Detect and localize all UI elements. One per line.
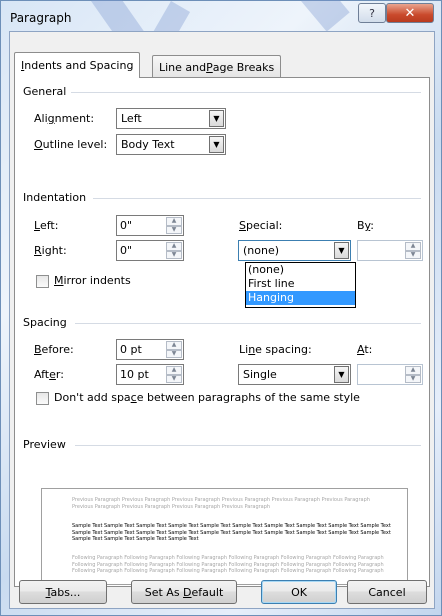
special-option-hanging[interactable]: Hanging — [246, 291, 355, 305]
tabs-button-label: Tabs... — [45, 585, 81, 599]
dialog-client-area: Indents and Spacing Line and Page Breaks… — [9, 31, 435, 609]
group-divider — [75, 323, 421, 324]
help-button[interactable]: ? — [358, 3, 386, 23]
outline-level-select[interactable]: Body Text ▼ — [116, 134, 226, 155]
ok-button-label: OK — [291, 585, 307, 599]
by-label: By: — [357, 219, 374, 232]
special-option-first-line[interactable]: First line — [246, 277, 355, 291]
special-option-none[interactable]: (none) — [246, 263, 355, 277]
chevron-down-icon[interactable]: ▼ — [209, 110, 224, 127]
cancel-button-label: Cancel — [368, 585, 406, 599]
at-label: At: — [357, 343, 373, 356]
title-bar[interactable]: Paragraph ? ✕ — [1, 1, 441, 31]
group-divider — [75, 445, 421, 446]
tab-label: ndents and Spacing — [24, 59, 134, 72]
tab-line-and-page-breaks[interactable]: Line and Page Breaks — [152, 55, 282, 79]
spin-arrows-icon[interactable]: ▲ ▼ — [166, 217, 182, 234]
preview-following-paragraph: Following Paragraph Following Paragraph … — [72, 555, 384, 574]
set-as-default-label: Set As Default — [144, 585, 224, 599]
dialog-title: Paragraph — [10, 11, 72, 25]
set-as-default-button[interactable]: Set As Default — [131, 580, 237, 604]
dont-add-space-label: Don't add space between paragraphs of th… — [54, 391, 360, 404]
right-indent-label: Right: — [34, 244, 67, 257]
special-dropdown-list[interactable]: (none) First line Hanging — [245, 262, 356, 308]
group-divider — [71, 92, 421, 93]
right-indent-spinner[interactable]: 0" ▲ ▼ — [116, 240, 184, 261]
spin-arrows-icon[interactable]: ▲ ▼ — [405, 366, 421, 383]
tabs-button[interactable]: Tabs... — [19, 580, 107, 604]
right-indent-value: 0" — [120, 244, 133, 257]
spin-arrows-icon[interactable]: ▲ ▼ — [166, 366, 182, 383]
before-spinner[interactable]: 0 pt ▲ ▼ — [116, 339, 184, 360]
line-spacing-select[interactable]: Single ▼ — [238, 364, 351, 385]
after-label: After: — [34, 368, 64, 381]
preview-sample-text: Sample Text Sample Text Sample Text Samp… — [72, 523, 391, 542]
spacing-group-label: Spacing — [23, 316, 67, 329]
left-indent-value: 0" — [120, 219, 133, 232]
special-select[interactable]: (none) ▼ — [238, 240, 351, 261]
close-x-icon: ✕ — [404, 5, 416, 21]
outline-level-label: Outline level: — [34, 138, 108, 151]
line-spacing-label: Line spacing: — [239, 343, 312, 356]
at-spinner[interactable]: ▲ ▼ — [357, 364, 423, 385]
alignment-select[interactable]: Left ▼ — [116, 108, 226, 129]
cancel-button[interactable]: Cancel — [347, 580, 427, 604]
general-group-label: General — [23, 85, 67, 98]
indentation-group-label: Indentation — [23, 191, 87, 204]
tab-label: Line and — [159, 61, 207, 74]
left-indent-label: Left: — [34, 219, 59, 232]
close-button[interactable]: ✕ — [386, 3, 434, 23]
after-spinner[interactable]: 10 pt ▲ ▼ — [116, 364, 184, 385]
dont-add-space-checkbox[interactable] — [36, 392, 49, 405]
before-label: Before: — [34, 343, 74, 356]
ok-button[interactable]: OK — [261, 580, 337, 604]
paragraph-dialog: Paragraph ? ✕ Indents and Spacing Line a… — [0, 0, 442, 616]
tab-label-accel: P — [206, 61, 213, 74]
tab-label: age Breaks — [212, 61, 275, 74]
outline-level-value: Body Text — [121, 138, 175, 151]
special-label: Special: — [239, 219, 283, 232]
tab-indents-and-spacing[interactable]: Indents and Spacing — [14, 52, 141, 78]
preview-box: Previous Paragraph Previous Paragraph Pr… — [41, 488, 408, 585]
question-mark-icon: ? — [369, 6, 375, 20]
spin-arrows-icon[interactable]: ▲ ▼ — [166, 242, 182, 259]
line-spacing-value: Single — [243, 368, 277, 381]
mirror-indents-checkbox[interactable] — [36, 275, 49, 288]
alignment-label: Alignment: — [34, 112, 95, 125]
group-divider — [93, 198, 421, 199]
preview-group-label: Preview — [23, 438, 66, 451]
special-value: (none) — [243, 244, 280, 257]
mirror-indents-label: Mirror indents — [54, 274, 131, 287]
preview-previous-paragraph: Previous Paragraph Previous Paragraph Pr… — [72, 497, 370, 510]
chevron-down-icon[interactable]: ▼ — [334, 366, 349, 383]
chevron-down-icon[interactable]: ▼ — [209, 136, 224, 153]
by-spinner[interactable]: ▲ ▼ — [357, 240, 423, 261]
alignment-value: Left — [121, 112, 142, 125]
spin-arrows-icon[interactable]: ▲ ▼ — [166, 341, 182, 358]
after-value: 10 pt — [120, 368, 149, 381]
before-value: 0 pt — [120, 343, 142, 356]
spin-arrows-icon[interactable]: ▲ ▼ — [405, 242, 421, 259]
left-indent-spinner[interactable]: 0" ▲ ▼ — [116, 215, 184, 236]
chevron-down-icon[interactable]: ▼ — [334, 242, 349, 259]
